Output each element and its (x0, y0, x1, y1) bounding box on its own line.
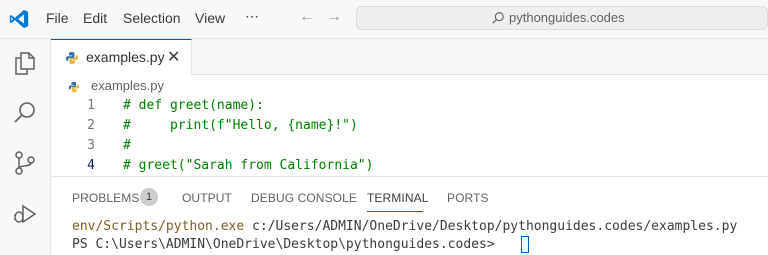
tab-output[interactable]: OUTPUT (182, 191, 232, 205)
breadcrumb[interactable]: examples.py (91, 78, 164, 93)
terminal-argument: c:/Users/ADMIN/OneDrive/Desktop/pythongu… (244, 219, 738, 234)
line-number: 1 (87, 98, 95, 113)
search-text: pythonguides.codes (509, 10, 625, 25)
code-text: # def greet(name): (123, 98, 264, 113)
tab-terminal[interactable]: TERMINAL (367, 191, 428, 205)
active-tab-indicator (367, 211, 423, 212)
command-center-search[interactable]: pythonguides.codes (356, 6, 768, 30)
menu-edit[interactable]: Edit (83, 10, 107, 26)
code-line[interactable]: 1 # def greet(name): (0, 98, 768, 118)
code-line[interactable]: 4 # greet("Sarah from California") (0, 158, 768, 178)
search-icon (492, 12, 504, 24)
tab-ports[interactable]: PORTS (447, 191, 489, 205)
explorer-icon[interactable] (12, 50, 38, 76)
menu-view[interactable]: View (195, 10, 225, 26)
code-line[interactable]: 2 # print(f"Hello, {name}!") (0, 118, 768, 138)
terminal-command: env/Scripts/python.exe (72, 219, 245, 234)
terminal-prompt: PS C:\Users\ADMIN\OneDrive\Desktop\pytho… (72, 237, 495, 252)
run-debug-icon[interactable] (12, 200, 38, 226)
menu-more[interactable]: ⋯ (245, 8, 259, 25)
line-number: 2 (87, 118, 95, 133)
terminal-cursor[interactable] (521, 236, 529, 253)
tab-label: examples.py (86, 49, 165, 65)
python-file-icon (68, 81, 80, 93)
vscode-logo-icon (9, 9, 29, 29)
tab-problems[interactable]: PROBLEMS (72, 191, 140, 205)
problems-count-badge: 1 (140, 188, 158, 206)
terminal-line: env/Scripts/python.exe c:/Users/ADMIN/On… (72, 219, 737, 234)
tab-debug-console[interactable]: DEBUG CONSOLE (251, 191, 357, 205)
line-number: 4 (87, 158, 95, 173)
menu-selection[interactable]: Selection (123, 10, 181, 26)
tab-examples-py[interactable]: examples.py ✕ (51, 39, 192, 75)
close-icon[interactable]: ✕ (167, 47, 180, 67)
line-number: 3 (87, 138, 95, 153)
code-text: # print(f"Hello, {name}!") (123, 118, 358, 133)
code-line[interactable]: 3 # (0, 138, 768, 158)
back-arrow-icon[interactable]: ← (299, 8, 315, 26)
forward-arrow-icon[interactable]: → (326, 8, 342, 26)
python-file-icon (66, 52, 78, 64)
code-text: # (123, 138, 131, 153)
panel-divider (51, 176, 768, 177)
code-text: # greet("Sarah from California") (123, 158, 374, 173)
menu-file[interactable]: File (46, 10, 69, 26)
